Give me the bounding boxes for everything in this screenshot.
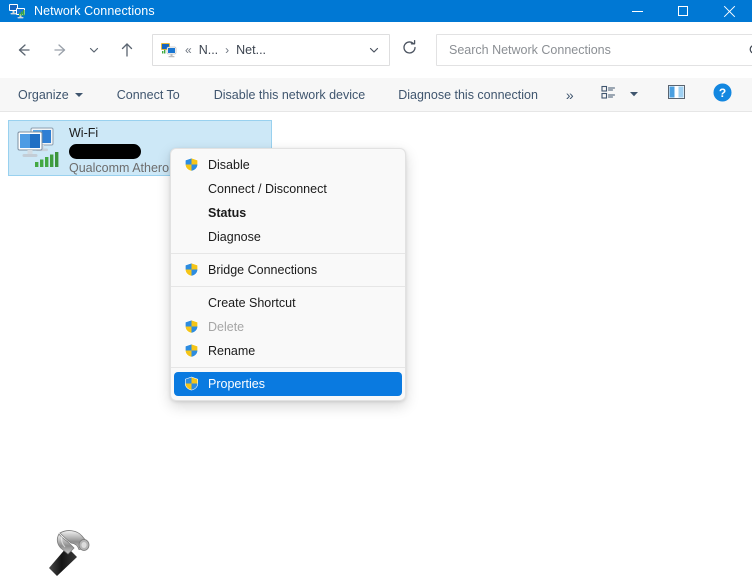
forward-button[interactable]	[42, 31, 80, 69]
uac-shield-icon	[184, 319, 200, 335]
uac-shield-icon	[184, 157, 200, 173]
address-bar[interactable]: « N... › Net...	[152, 34, 390, 66]
menu-icon-placeholder	[184, 229, 200, 245]
up-button[interactable]	[108, 31, 146, 69]
menu-item-label: Create Shortcut	[208, 296, 296, 310]
title-bar: Network Connections	[0, 0, 752, 22]
disable-device-label: Disable this network device	[214, 88, 365, 102]
navigation-bar: « N... › Net...	[0, 22, 752, 78]
menu-item-delete: Delete	[174, 315, 402, 339]
preview-pane-icon	[668, 85, 685, 104]
menu-separator	[171, 253, 405, 254]
menu-item-disable[interactable]: Disable	[174, 153, 402, 177]
window-title: Network Connections	[34, 4, 155, 18]
change-view-button[interactable]	[592, 81, 624, 109]
connection-name: Wi-Fi	[69, 126, 169, 141]
command-bar: Organize Connect To Disable this network…	[0, 78, 752, 112]
svg-text:?: ?	[718, 85, 725, 99]
menu-item-rename[interactable]: Rename	[174, 339, 402, 363]
back-arrow-icon	[14, 41, 32, 59]
search-box[interactable]	[436, 34, 752, 66]
network-adapter-icon	[15, 126, 63, 170]
recent-locations-button[interactable]	[80, 31, 108, 69]
chevron-down-icon	[88, 44, 100, 56]
organize-label: Organize	[18, 88, 69, 102]
disable-device-button[interactable]: Disable this network device	[214, 78, 365, 111]
overflow-button[interactable]: »	[566, 78, 574, 111]
uac-shield-icon	[184, 343, 200, 359]
breadcrumb-item-2[interactable]: Net...	[236, 43, 266, 57]
menu-item-label: Bridge Connections	[208, 263, 317, 277]
menu-icon-placeholder	[184, 205, 200, 221]
menu-item-diagnose[interactable]: Diagnose	[174, 225, 402, 249]
refresh-icon	[401, 39, 418, 61]
help-icon: ?	[713, 83, 732, 107]
menu-item-label: Delete	[208, 320, 244, 334]
overflow-label: »	[566, 87, 574, 103]
menu-item-connect-disconnect[interactable]: Connect / Disconnect	[174, 177, 402, 201]
chevron-down-icon	[75, 93, 83, 97]
hammer-icon	[40, 527, 92, 579]
context-menu[interactable]: Disable Connect / Disconnect Status Diag…	[170, 148, 406, 401]
redacted-ssid	[69, 144, 141, 159]
connect-to-button[interactable]: Connect To	[117, 78, 180, 111]
file-explorer-window: Network Connections	[0, 0, 752, 584]
back-button[interactable]	[4, 31, 42, 69]
uac-shield-icon	[184, 262, 200, 278]
uac-shield-icon	[184, 376, 200, 392]
connect-to-label: Connect To	[117, 88, 180, 102]
close-button[interactable]	[706, 0, 752, 22]
refresh-button[interactable]	[392, 33, 426, 67]
change-view-icon	[601, 85, 616, 105]
connection-adapter: Qualcomm Athero	[69, 161, 169, 176]
menu-item-create-shortcut[interactable]: Create Shortcut	[174, 291, 402, 315]
help-button[interactable]: ?	[706, 81, 738, 109]
menu-icon-placeholder	[184, 295, 200, 311]
menu-separator	[171, 367, 405, 368]
menu-item-label: Disable	[208, 158, 250, 172]
address-chevron-down-icon[interactable]	[368, 44, 380, 56]
network-connections-icon	[8, 3, 26, 19]
caption-buttons	[614, 0, 752, 22]
menu-item-status[interactable]: Status	[174, 201, 402, 225]
minimize-icon	[632, 11, 643, 12]
command-bar-right: ?	[592, 81, 752, 109]
menu-item-label: Connect / Disconnect	[208, 182, 327, 196]
breadcrumb-separator: ›	[225, 43, 229, 57]
minimize-button[interactable]	[614, 0, 660, 22]
menu-item-label: Status	[208, 206, 246, 220]
change-view-caret[interactable]	[624, 81, 644, 109]
menu-item-bridge-connections[interactable]: Bridge Connections	[174, 258, 402, 282]
maximize-button[interactable]	[660, 0, 706, 22]
menu-item-label: Properties	[208, 377, 265, 391]
diagnose-connection-label: Diagnose this connection	[398, 88, 538, 102]
diagnose-connection-button[interactable]: Diagnose this connection	[398, 78, 538, 111]
up-arrow-icon	[118, 41, 136, 59]
control-panel-icon	[160, 42, 178, 58]
list-item-text: Wi-Fi Qualcomm Athero	[69, 126, 169, 176]
close-icon	[723, 5, 736, 18]
menu-item-label: Diagnose	[208, 230, 261, 244]
preview-pane-button[interactable]	[660, 81, 692, 109]
chevron-down-icon	[629, 86, 639, 104]
menu-icon-placeholder	[184, 181, 200, 197]
menu-separator	[171, 286, 405, 287]
breadcrumb-item-1[interactable]: N...	[199, 43, 218, 57]
search-icon[interactable]	[748, 43, 752, 58]
breadcrumb-overflow[interactable]: «	[185, 43, 192, 57]
menu-item-label: Rename	[208, 344, 255, 358]
menu-item-properties[interactable]: Properties	[174, 372, 402, 396]
forward-arrow-icon	[52, 41, 70, 59]
maximize-icon	[678, 6, 688, 16]
search-input[interactable]	[447, 42, 748, 58]
organize-button[interactable]: Organize	[18, 78, 83, 111]
